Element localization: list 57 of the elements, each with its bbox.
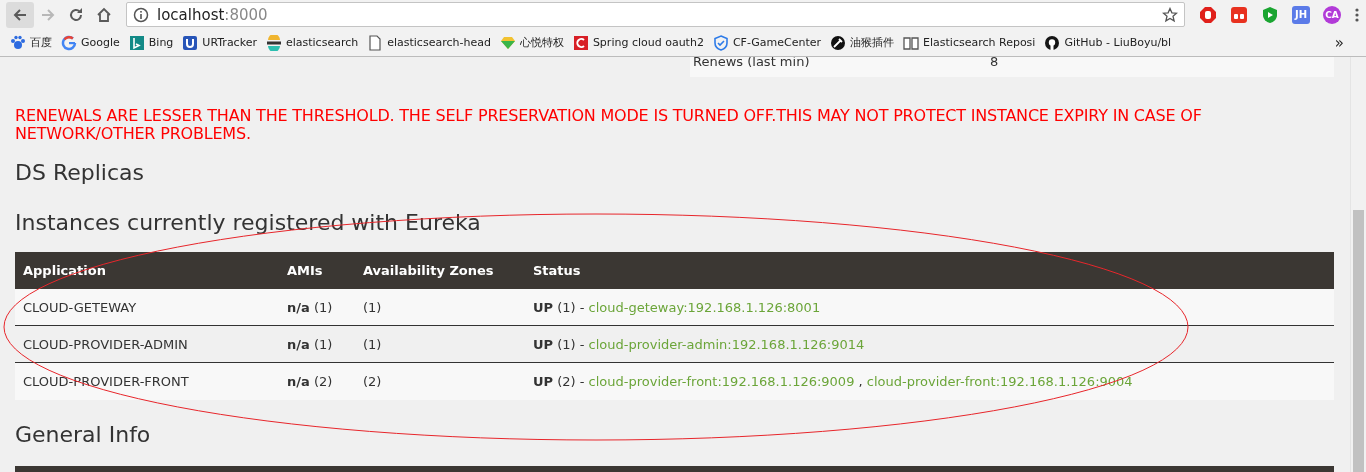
bookmark[interactable]: elasticsearch: [265, 34, 359, 51]
bookmark[interactable]: elasticsearch-head: [367, 34, 491, 51]
cat-icon: [1044, 34, 1061, 51]
gem-icon: [499, 34, 516, 51]
star-icon[interactable]: [1162, 6, 1178, 23]
table-cell-text: UP (1) - cloud-geteway:192.168.1.126:8001: [533, 299, 822, 315]
section-heading: DS Replicas: [15, 159, 145, 187]
bookmark[interactable]: 心悦特权: [499, 34, 564, 51]
column-header: AMIs: [287, 263, 324, 278]
google-icon: [61, 34, 77, 51]
paw-icon: [10, 34, 26, 51]
letter-b-icon: [128, 34, 145, 51]
warning-text: RENEWALS ARE LESSER THAN THE THRESHOLD. THE SELF PRESERVATION MODE IS TURNED OFF.THIS MAY NOT PROTECT INSTANCE EXPIRY IN CASE OF NETWORK/OTHER PROBLEMS.: [15, 107, 1203, 143]
table-cell-text: (1): [363, 299, 383, 315]
bookmark[interactable]: CF-GameCenter: [712, 34, 822, 51]
home-icon[interactable]: [96, 6, 112, 23]
bookmark[interactable]: Elasticsearch Reposi: [903, 34, 1036, 51]
table-cell-text: CLOUD-GETEWAY: [23, 299, 138, 315]
bookmark[interactable]: 油猴插件: [830, 34, 895, 51]
scrollbar-thumb[interactable]: [1353, 210, 1364, 472]
reload-icon[interactable]: [68, 6, 84, 23]
table-cell-text: n/a (1): [287, 336, 334, 352]
column-header: Availability Zones: [363, 263, 495, 278]
table-cell-text: Renews (last min): [692, 57, 811, 69]
overflow-button[interactable]: »: [1334, 33, 1358, 52]
table-cell-text: CLOUD-PROVIDER-ADMIN: [23, 336, 189, 352]
section-heading: General Info: [15, 421, 152, 449]
url-text: localhost:8000: [157, 5, 268, 24]
table-cell-text: (2): [363, 374, 383, 389]
info-icon: [133, 6, 149, 23]
table-cell-text: UP (1) - cloud-provider-admin:192.168.1.126:9014: [533, 336, 866, 352]
book-icon: [903, 34, 920, 51]
bookmark[interactable]: 百度: [10, 34, 52, 51]
bookmark[interactable]: Spring cloud oauth2: [572, 34, 704, 51]
table-cell-text: n/a (1): [287, 299, 334, 315]
column-header: Status: [533, 263, 582, 278]
page-icon: [367, 34, 384, 51]
shield-icon: [712, 34, 729, 51]
bookmark[interactable]: Bing: [128, 34, 174, 51]
table-cell: 8: [990, 57, 999, 69]
shield-icon[interactable]: [1261, 5, 1279, 24]
letter-u-icon: [182, 34, 199, 51]
back-icon[interactable]: [12, 6, 28, 23]
table-cell-text: n/a (2): [287, 374, 334, 389]
menu-icon[interactable]: [1354, 6, 1360, 23]
stop-sign-icon[interactable]: [1199, 5, 1217, 24]
bookmark[interactable]: URTracker: [182, 34, 257, 51]
striped-circle-icon: [265, 34, 282, 51]
tile-icon[interactable]: [1230, 5, 1248, 24]
table-cell-text: (1): [363, 336, 383, 352]
extension-button[interactable]: JH: [1292, 5, 1310, 24]
address-bar[interactable]: localhost:8000: [126, 2, 1185, 27]
letter-c-icon: [572, 34, 589, 51]
extension-button[interactable]: CA: [1323, 5, 1341, 24]
wrench-icon: [830, 34, 847, 51]
bookmark[interactable]: GitHub - LiuBoyu/bl: [1044, 34, 1172, 51]
bookmark[interactable]: Google: [61, 34, 120, 51]
